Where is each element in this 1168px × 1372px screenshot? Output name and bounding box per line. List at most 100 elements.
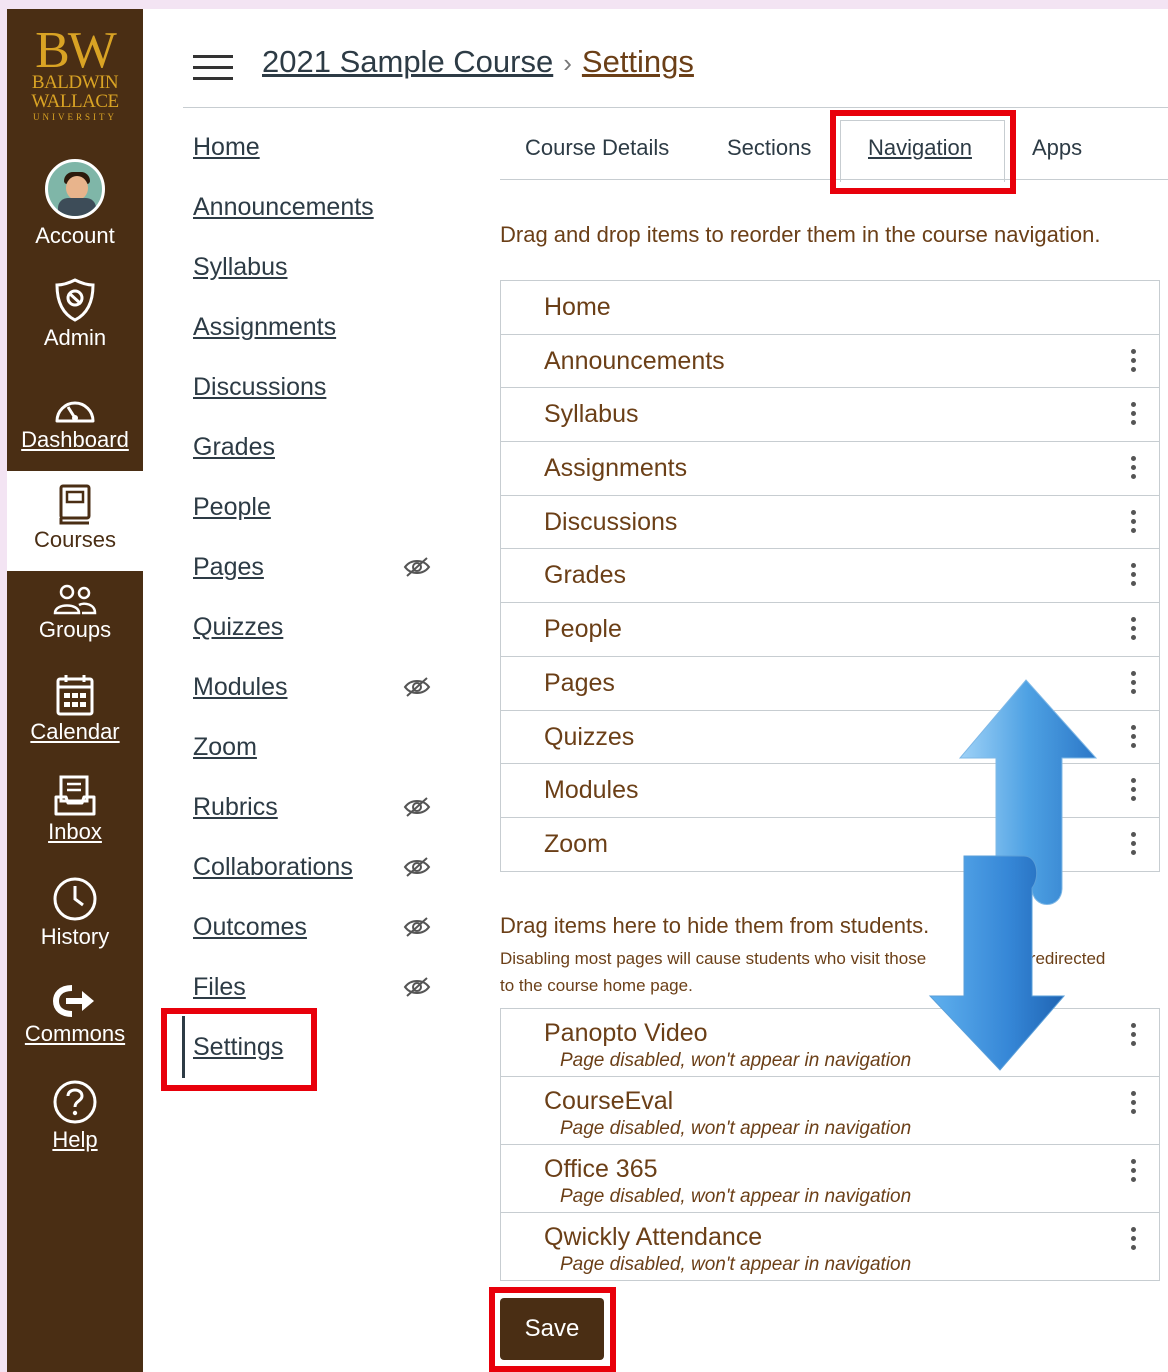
course-nav-collaborations[interactable]: Collaborations (193, 853, 353, 882)
global-nav-label: Calendar (30, 719, 120, 744)
global-nav-label: Admin (43, 325, 107, 350)
breadcrumb-separator: › (563, 48, 572, 78)
nav-item-label: Zoom (544, 829, 608, 858)
course-nav-quizzes[interactable]: Quizzes (193, 613, 283, 642)
more-options-icon[interactable] (1129, 1159, 1137, 1185)
global-nav-commons[interactable]: Commons (7, 983, 143, 1047)
logo-monogram: BW (35, 22, 117, 79)
course-nav-people[interactable]: People (193, 493, 271, 522)
book-icon (59, 484, 91, 525)
university-logo[interactable]: BW BALDWIN WALLACE UNIVERSITY (7, 9, 143, 139)
course-nav-files[interactable]: Files (193, 973, 246, 1002)
course-nav-home[interactable]: Home (193, 133, 260, 162)
nav-item-status: Page disabled, won't appear in navigatio… (560, 1118, 912, 1139)
nav-item-label: Pages (544, 668, 615, 697)
logo-line-university: UNIVERSITY (33, 112, 117, 122)
more-options-icon[interactable] (1129, 670, 1137, 697)
more-options-icon[interactable] (1129, 509, 1137, 536)
nav-item-label: Panopto Video (544, 1019, 708, 1047)
more-options-icon[interactable] (1129, 1023, 1137, 1049)
calendar-icon (56, 675, 94, 716)
course-nav-zoom[interactable]: Zoom (193, 733, 257, 762)
global-nav-history[interactable]: History (7, 876, 143, 950)
more-options-icon[interactable] (1129, 778, 1137, 804)
list-item[interactable]: Qwickly Attendance Page disabled, won't a… (501, 1213, 1159, 1281)
course-nav-modules[interactable]: Modules (193, 673, 288, 702)
tab-sections[interactable]: Sections (727, 135, 811, 161)
more-options-icon[interactable] (1129, 617, 1137, 643)
global-nav-label: Help (52, 1127, 98, 1152)
breadcrumb-course-link[interactable]: 2021 Sample Course (262, 44, 553, 79)
global-nav-groups[interactable]: Groups (7, 583, 143, 643)
more-options-icon[interactable] (1129, 563, 1137, 589)
nav-item-label: Announcements (544, 346, 725, 375)
nav-item-label: Grades (544, 561, 626, 590)
eye-slash-icon (403, 857, 431, 877)
highlight-navigation-tab (830, 110, 1016, 194)
more-options-icon[interactable] (1129, 456, 1137, 482)
breadcrumb: 2021 Sample Course › Settings (262, 44, 694, 80)
highlight-settings-link (161, 1008, 317, 1091)
global-nav-label: Account (35, 223, 115, 248)
course-nav-syllabus[interactable]: Syllabus (193, 253, 288, 282)
people-icon (53, 584, 97, 615)
global-nav-inbox[interactable]: Inbox (7, 775, 143, 845)
list-item[interactable]: Home (501, 281, 1159, 335)
list-item[interactable]: Discussions (501, 496, 1159, 550)
list-item[interactable]: Office 365 Page disabled, won't appear in… (501, 1145, 1159, 1213)
nav-item-label: Modules (544, 776, 639, 805)
list-item[interactable]: Grades (501, 549, 1159, 604)
course-nav-grades[interactable]: Grades (193, 433, 275, 462)
list-item[interactable]: CourseEval Page disabled, won't appear in… (501, 1077, 1159, 1145)
global-nav-help[interactable]: Help (7, 1079, 143, 1153)
hidden-section-title: Drag items here to hide them from studen… (500, 913, 930, 938)
breadcrumb-current[interactable]: Settings (582, 44, 694, 79)
hamburger-menu-button[interactable] (193, 55, 233, 81)
tab-course-details[interactable]: Course Details (525, 135, 669, 161)
nav-item-label: Syllabus (544, 400, 639, 429)
avatar (45, 159, 105, 219)
more-options-icon[interactable] (1129, 1227, 1137, 1253)
global-nav-dashboard[interactable]: Dashboard (7, 391, 143, 453)
more-options-icon[interactable] (1129, 348, 1137, 375)
nav-item-label: Home (544, 293, 611, 321)
shield-icon (55, 278, 95, 322)
more-options-icon[interactable] (1129, 724, 1137, 751)
course-nav-discussions[interactable]: Discussions (193, 373, 326, 402)
commons-arrow-icon (52, 985, 94, 1017)
list-item[interactable]: People (501, 603, 1159, 657)
global-navigation: BW BALDWIN WALLACE UNIVERSITY Account Ad… (7, 9, 143, 1372)
more-options-icon[interactable] (1129, 831, 1137, 858)
nav-item-label: Office 365 (544, 1155, 658, 1183)
list-item[interactable]: Announcements (501, 335, 1159, 389)
highlight-save-button (489, 1287, 616, 1372)
header-divider (183, 107, 1168, 108)
more-options-icon[interactable] (1129, 402, 1137, 428)
course-nav-pages[interactable]: Pages (193, 553, 264, 582)
course-nav-announcements[interactable]: Announcements (193, 193, 374, 222)
global-nav-admin[interactable]: Admin (7, 277, 143, 351)
more-options-icon[interactable] (1129, 1091, 1137, 1117)
global-nav-label: History (40, 924, 110, 949)
list-item[interactable]: Syllabus (501, 388, 1159, 443)
list-item[interactable]: Assignments (501, 442, 1159, 496)
tab-apps[interactable]: Apps (1032, 135, 1082, 161)
course-nav-rubrics[interactable]: Rubrics (193, 793, 278, 822)
drag-arrow-icon (928, 679, 1098, 1071)
global-nav-label: Commons (24, 1021, 126, 1046)
global-nav-calendar[interactable]: Calendar (7, 673, 143, 745)
inbox-icon (54, 775, 96, 816)
eye-slash-icon (403, 797, 431, 817)
global-nav-label: Dashboard (21, 427, 129, 452)
global-nav-courses[interactable]: Courses (7, 471, 143, 571)
eye-slash-icon (403, 677, 431, 697)
global-nav-label: Inbox (48, 819, 102, 844)
nav-item-status: Page disabled, won't appear in navigatio… (560, 1050, 912, 1071)
nav-item-label: CourseEval (544, 1087, 674, 1115)
course-nav-assignments[interactable]: Assignments (193, 313, 336, 342)
eye-slash-icon (403, 917, 431, 937)
course-nav-outcomes[interactable]: Outcomes (193, 913, 307, 942)
nav-item-status: Page disabled, won't appear in navigatio… (560, 1186, 912, 1207)
hamburger-icon (193, 55, 233, 58)
global-nav-account[interactable]: Account (7, 159, 143, 249)
